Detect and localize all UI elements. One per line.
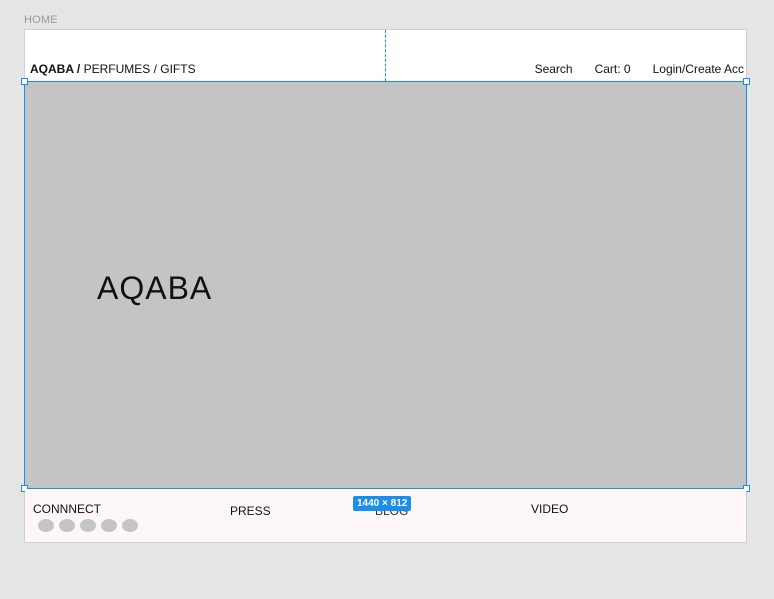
footer-press[interactable]: PRESS (230, 504, 271, 518)
social-icons-row (38, 519, 138, 532)
social-icon-1[interactable] (38, 519, 54, 532)
resize-handle-top-right[interactable] (743, 78, 750, 85)
hero-section[interactable]: AQABA (21, 78, 750, 492)
search-link[interactable]: Search (535, 62, 573, 76)
header-right: Search Cart: 0 Login/Create Acc (535, 62, 744, 76)
social-icon-5[interactable] (122, 519, 138, 532)
nav-perfumes-gifts[interactable]: PERFUMES / GIFTS (84, 62, 196, 76)
brand-logo[interactable]: AQABA / (30, 62, 80, 76)
header-left: AQABA / PERFUMES / GIFTS (30, 62, 196, 76)
selection-size-badge: 1440 × 812 (353, 496, 412, 511)
home-frame[interactable]: AQABA / PERFUMES / GIFTS Search Cart: 0 … (21, 29, 750, 543)
footer-connect[interactable]: CONNNECT (33, 502, 101, 516)
resize-handle-top-left[interactable] (21, 78, 28, 85)
center-guide-line (385, 30, 386, 81)
social-icon-3[interactable] (80, 519, 96, 532)
cart-link[interactable]: Cart: 0 (595, 62, 631, 76)
login-link[interactable]: Login/Create Acc (653, 62, 744, 76)
hero-title: AQABA (97, 270, 213, 306)
frame-label[interactable]: HOME (24, 14, 58, 26)
social-icon-2[interactable] (59, 519, 75, 532)
social-icon-4[interactable] (101, 519, 117, 532)
footer-video[interactable]: VIDEO (531, 502, 568, 516)
